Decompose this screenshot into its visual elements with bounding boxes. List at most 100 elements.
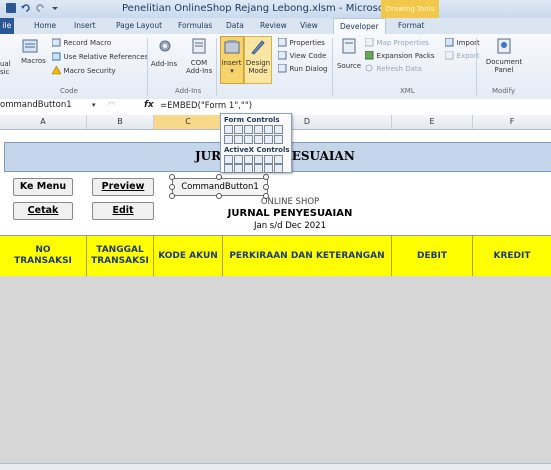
resize-handle[interactable] — [169, 193, 175, 199]
empty-sheet-area — [0, 276, 551, 463]
tab-insert[interactable]: Insert — [74, 21, 96, 30]
window-title: Penelitian OnlineShop Rejang Lebong.xlsm… — [122, 3, 421, 14]
form-text-field-icon[interactable] — [254, 135, 263, 144]
expansion-packs-icon — [364, 50, 374, 60]
com-add-ins-button[interactable]: COM Add-Ins — [186, 38, 212, 75]
cancel-edit-icon[interactable]: ◠ — [108, 100, 115, 109]
activex-combo-box-icon[interactable] — [234, 155, 243, 164]
form-option-button-icon[interactable] — [274, 125, 283, 134]
insert-control-button[interactable]: Insert ▾ — [220, 36, 244, 84]
form-checkbox-icon[interactable] — [244, 125, 253, 134]
activex-spin-button-icon[interactable] — [224, 164, 233, 173]
activex-list-box-icon[interactable] — [254, 155, 263, 164]
column-header-a[interactable]: A — [0, 115, 87, 129]
form-controls-heading: Form Controls — [224, 116, 280, 124]
activex-more-controls-icon[interactable] — [274, 164, 283, 173]
properties-icon — [277, 37, 287, 47]
header-no-transaksi: NO TRANSAKSI — [0, 236, 87, 276]
export-button[interactable]: Export — [444, 50, 479, 60]
resize-handle[interactable] — [263, 174, 269, 180]
relative-references-icon — [51, 52, 61, 61]
refresh-data-button[interactable]: Refresh Data — [365, 64, 422, 73]
import-button[interactable]: Import — [444, 37, 480, 47]
edit-button[interactable]: Edit — [92, 202, 154, 220]
contextual-group-label: Drawing Tools — [381, 0, 439, 18]
activex-toggle-button-icon[interactable] — [264, 164, 273, 173]
header-tanggal-transaksi: TANGGAL TRANSAKSI — [87, 236, 154, 276]
form-combo-box-icon[interactable] — [234, 125, 243, 134]
insert-function-icon[interactable]: fx — [144, 100, 154, 110]
activex-scroll-bar-icon[interactable] — [274, 155, 283, 164]
insert-controls-dropdown: Form Controls ActiveX Controls — [220, 113, 292, 173]
form-combo-list-icon[interactable] — [264, 135, 273, 144]
activex-label-icon[interactable] — [244, 164, 253, 173]
ribbon: ual sic Macros Record Macro Use Relative… — [0, 34, 551, 100]
run-dialog-button[interactable]: Run Dialog — [277, 63, 328, 73]
resize-handle[interactable] — [169, 184, 175, 190]
group-label-code: Code — [60, 87, 78, 95]
macros-icon — [22, 39, 38, 53]
column-header-e[interactable]: E — [392, 115, 473, 129]
name-box-dropdown-icon[interactable]: ▾ — [92, 101, 96, 109]
document-panel-icon — [497, 38, 511, 54]
map-properties-button[interactable]: Map Properties — [364, 37, 429, 47]
com-add-ins-icon — [192, 38, 206, 54]
tab-formulas[interactable]: Formulas — [178, 21, 212, 30]
form-group-box-icon[interactable] — [224, 135, 233, 144]
design-mode-button[interactable]: Design Mode — [244, 36, 272, 84]
form-label-icon[interactable] — [234, 135, 243, 144]
column-header-c[interactable]: C — [154, 115, 223, 129]
form-combo-dropdown-icon[interactable] — [274, 135, 283, 144]
resize-handle[interactable] — [216, 193, 222, 199]
xml-source-icon — [342, 38, 356, 54]
use-relative-references-button[interactable]: Use Relative References — [51, 52, 148, 61]
name-box[interactable]: ommandButton1 — [0, 100, 92, 113]
view-code-icon — [277, 50, 287, 60]
form-scroll-bar-icon[interactable] — [244, 135, 253, 144]
customize-qat-icon[interactable] — [50, 3, 60, 13]
form-controls-row-1 — [224, 125, 284, 134]
tab-format[interactable]: Format — [398, 21, 424, 30]
activex-text-box-icon[interactable] — [264, 155, 273, 164]
header-debit: DEBIT — [392, 236, 473, 276]
activex-command-button-icon[interactable] — [224, 155, 233, 164]
tab-file[interactable]: ile — [0, 18, 14, 34]
toolbox-icon — [224, 40, 240, 54]
preview-button[interactable]: Preview — [92, 178, 154, 196]
tab-data[interactable]: Data — [226, 21, 244, 30]
ke-menu-button[interactable]: Ke Menu — [13, 178, 73, 196]
tab-review[interactable]: Review — [260, 21, 287, 30]
expansion-packs-button[interactable]: Expansion Packs — [364, 50, 435, 60]
resize-handle[interactable] — [263, 184, 269, 190]
column-header-b[interactable]: B — [87, 115, 154, 129]
undo-icon[interactable] — [21, 3, 31, 13]
form-button-icon[interactable] — [224, 125, 233, 134]
resize-handle[interactable] — [169, 174, 175, 180]
form-controls-row-2 — [224, 135, 284, 144]
cetak-button[interactable]: Cetak — [13, 202, 73, 220]
tab-home[interactable]: Home — [34, 21, 56, 30]
macros-button[interactable]: Macros — [21, 38, 46, 65]
activex-controls-heading: ActiveX Controls — [224, 146, 290, 154]
activex-checkbox-icon[interactable] — [244, 155, 253, 164]
properties-button[interactable]: Properties — [277, 37, 325, 47]
tab-view[interactable]: View — [300, 21, 318, 30]
record-macro-icon — [51, 38, 61, 47]
source-button[interactable]: Source — [336, 38, 362, 70]
activex-image-icon[interactable] — [254, 164, 263, 173]
redo-icon[interactable] — [35, 3, 45, 13]
resize-handle[interactable] — [216, 174, 222, 180]
table-header: NO TRANSAKSI TANGGAL TRANSAKSI KODE AKUN… — [0, 235, 551, 277]
record-macro-button[interactable]: Record Macro — [51, 38, 111, 47]
document-panel-button[interactable]: Document Panel — [484, 38, 524, 74]
column-header-f[interactable]: F — [473, 115, 551, 129]
view-code-button[interactable]: View Code — [277, 50, 326, 60]
macro-security-button[interactable]: Macro Security — [51, 65, 116, 75]
add-ins-button[interactable]: Add-Ins — [151, 38, 178, 68]
form-list-box-icon[interactable] — [264, 125, 273, 134]
form-spin-button-icon[interactable] — [254, 125, 263, 134]
activex-option-button-icon[interactable] — [234, 164, 243, 173]
map-properties-icon — [364, 37, 374, 47]
formula-input[interactable]: =EMBED("Form 1","") — [160, 101, 252, 111]
tab-page-layout[interactable]: Page Layout — [116, 21, 162, 30]
